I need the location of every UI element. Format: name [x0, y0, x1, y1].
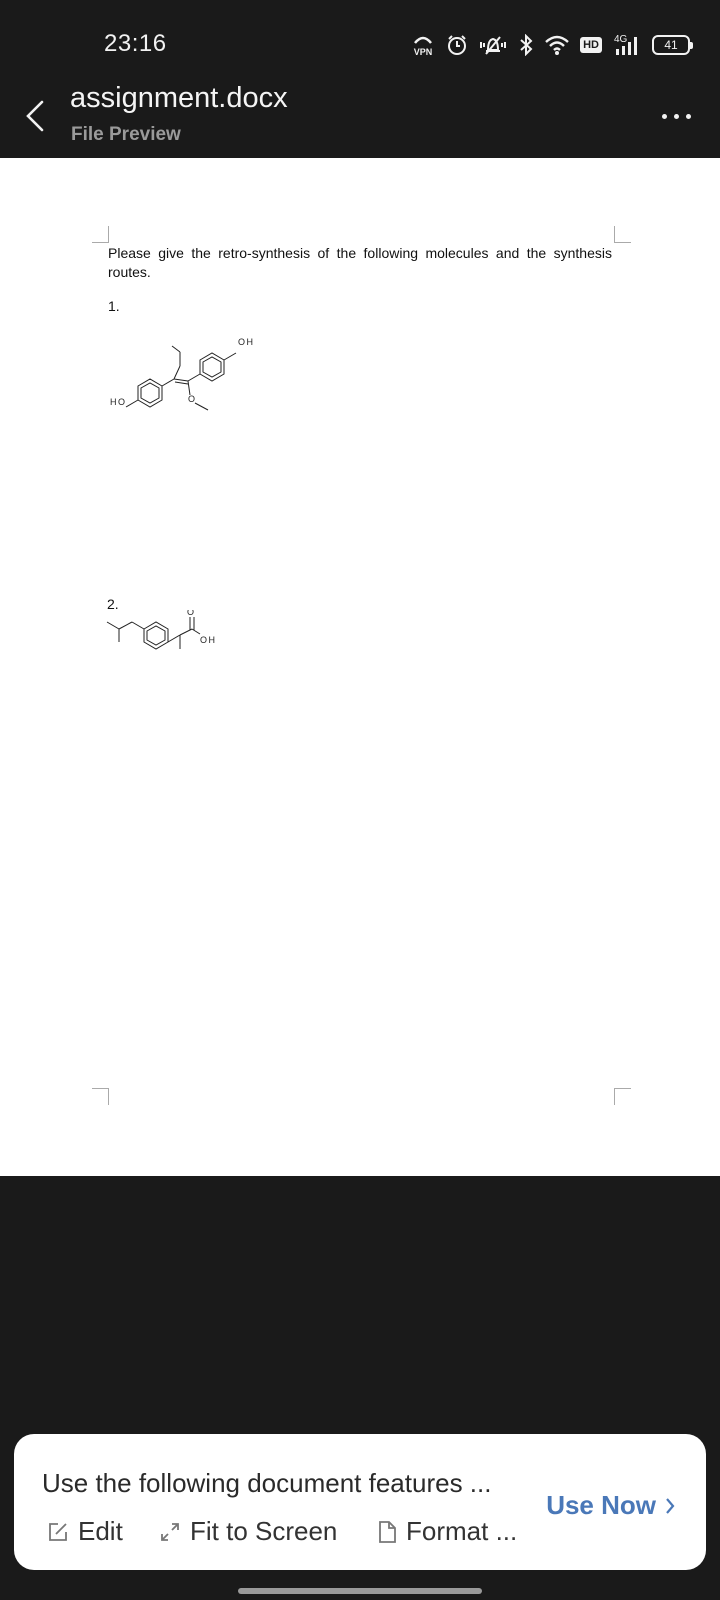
more-dot-icon — [685, 113, 691, 119]
format-label: Format ... — [406, 1516, 518, 1546]
signal-4g-icon: 4G — [614, 34, 637, 55]
svg-text:VPN: VPN — [414, 47, 433, 57]
status-icons: VPN HD 4G 41 — [410, 32, 693, 58]
crop-mark-top-right — [614, 226, 631, 243]
molecule-2-structure: O OH — [106, 610, 217, 650]
document-subtitle: File Preview — [71, 124, 181, 145]
use-now-label: Use Now — [546, 1490, 656, 1520]
edit-label: Edit — [78, 1516, 123, 1546]
fit-to-screen-label: Fit to Screen — [190, 1516, 338, 1546]
network-label: 4G — [614, 34, 628, 45]
oh-label: OH — [238, 337, 255, 347]
item-number-1: 1. — [108, 298, 120, 314]
acid-oh-label: OH — [200, 635, 217, 645]
battery-icon: 41 — [652, 35, 693, 55]
chevron-right-icon — [666, 1497, 675, 1514]
edit-button[interactable]: Edit — [46, 1516, 123, 1547]
vibrate-icon — [480, 36, 507, 55]
hd-icon: HD — [580, 37, 602, 53]
alarm-icon — [448, 35, 467, 55]
more-dot-icon — [673, 113, 679, 119]
carbonyl-o-label: O — [187, 610, 194, 617]
back-button[interactable] — [18, 90, 54, 140]
status-time: 23:16 — [104, 30, 167, 57]
feature-prompt-card: Use the following document features ... … — [14, 1434, 706, 1570]
molecule-1-structure: HO OH O — [110, 337, 255, 411]
feature-prompt-title: Use the following document features ... — [42, 1468, 492, 1498]
header: assignment.docx File Preview — [0, 82, 720, 158]
more-dot-icon — [661, 113, 667, 119]
document-page[interactable]: Please give the retro-synthesis of the f… — [0, 158, 720, 1176]
fit-to-screen-button[interactable]: Fit to Screen — [158, 1516, 337, 1547]
question-paragraph: Please give the retro-synthesis of the f… — [108, 245, 612, 280]
vpn-icon: VPN — [414, 36, 433, 57]
fit-to-screen-icon — [161, 1522, 179, 1541]
document-title: assignment.docx — [70, 82, 288, 114]
wifi-icon — [545, 35, 569, 55]
crop-mark-bottom-left — [92, 1088, 109, 1105]
crop-mark-top-left — [92, 226, 109, 243]
more-options-button[interactable] — [656, 106, 696, 126]
crop-mark-bottom-right — [614, 1088, 631, 1105]
o-label: O — [188, 394, 195, 404]
format-button[interactable]: Format ... — [376, 1516, 517, 1547]
status-bar: 23:16 VPN HD 4G 41 — [0, 0, 720, 86]
edit-icon — [49, 1522, 67, 1541]
chevron-left-icon — [26, 100, 44, 132]
document-body: Please give the retro-synthesis of the f… — [108, 244, 612, 282]
document-icon — [379, 1520, 396, 1543]
ho-label: HO — [110, 397, 127, 407]
bluetooth-icon — [520, 34, 533, 56]
home-indicator[interactable] — [238, 1588, 482, 1594]
use-now-button[interactable]: Use Now — [546, 1490, 676, 1521]
